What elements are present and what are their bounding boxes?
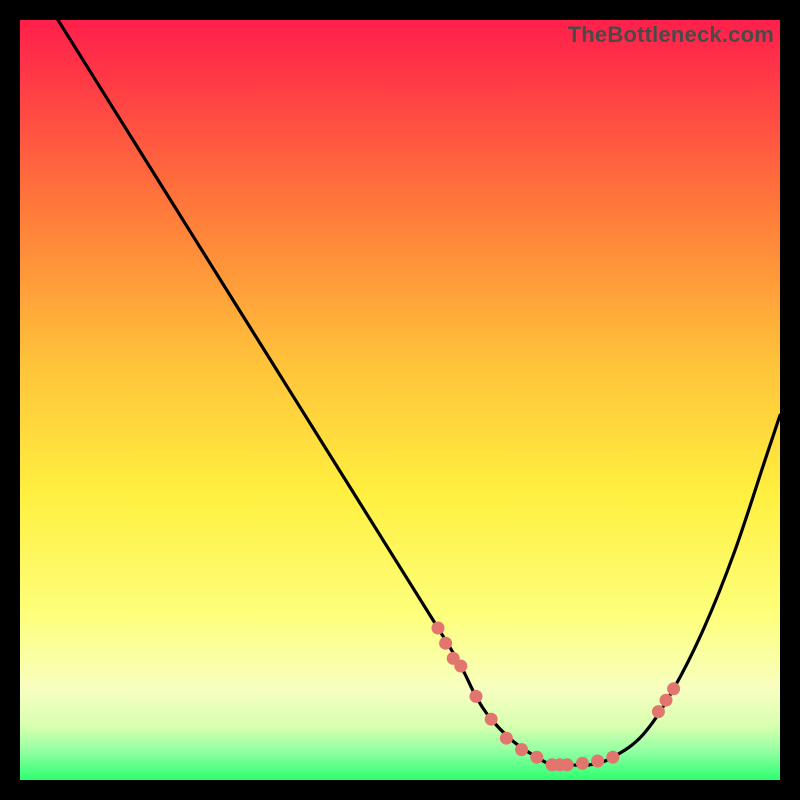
data-marker xyxy=(561,758,574,771)
data-marker xyxy=(652,705,665,718)
data-marker xyxy=(515,743,528,756)
watermark-text: TheBottleneck.com xyxy=(568,22,774,48)
chart-frame: TheBottleneck.com xyxy=(20,20,780,780)
data-marker xyxy=(500,732,513,745)
data-marker xyxy=(660,694,673,707)
bottleneck-chart xyxy=(20,20,780,780)
data-marker xyxy=(432,622,445,635)
data-marker xyxy=(667,682,680,695)
data-marker xyxy=(591,755,604,768)
data-marker xyxy=(454,660,467,673)
data-marker xyxy=(576,757,589,770)
data-marker xyxy=(470,690,483,703)
data-marker xyxy=(439,637,452,650)
gradient-background xyxy=(20,20,780,780)
data-marker xyxy=(530,751,543,764)
data-marker xyxy=(485,713,498,726)
data-marker xyxy=(606,751,619,764)
